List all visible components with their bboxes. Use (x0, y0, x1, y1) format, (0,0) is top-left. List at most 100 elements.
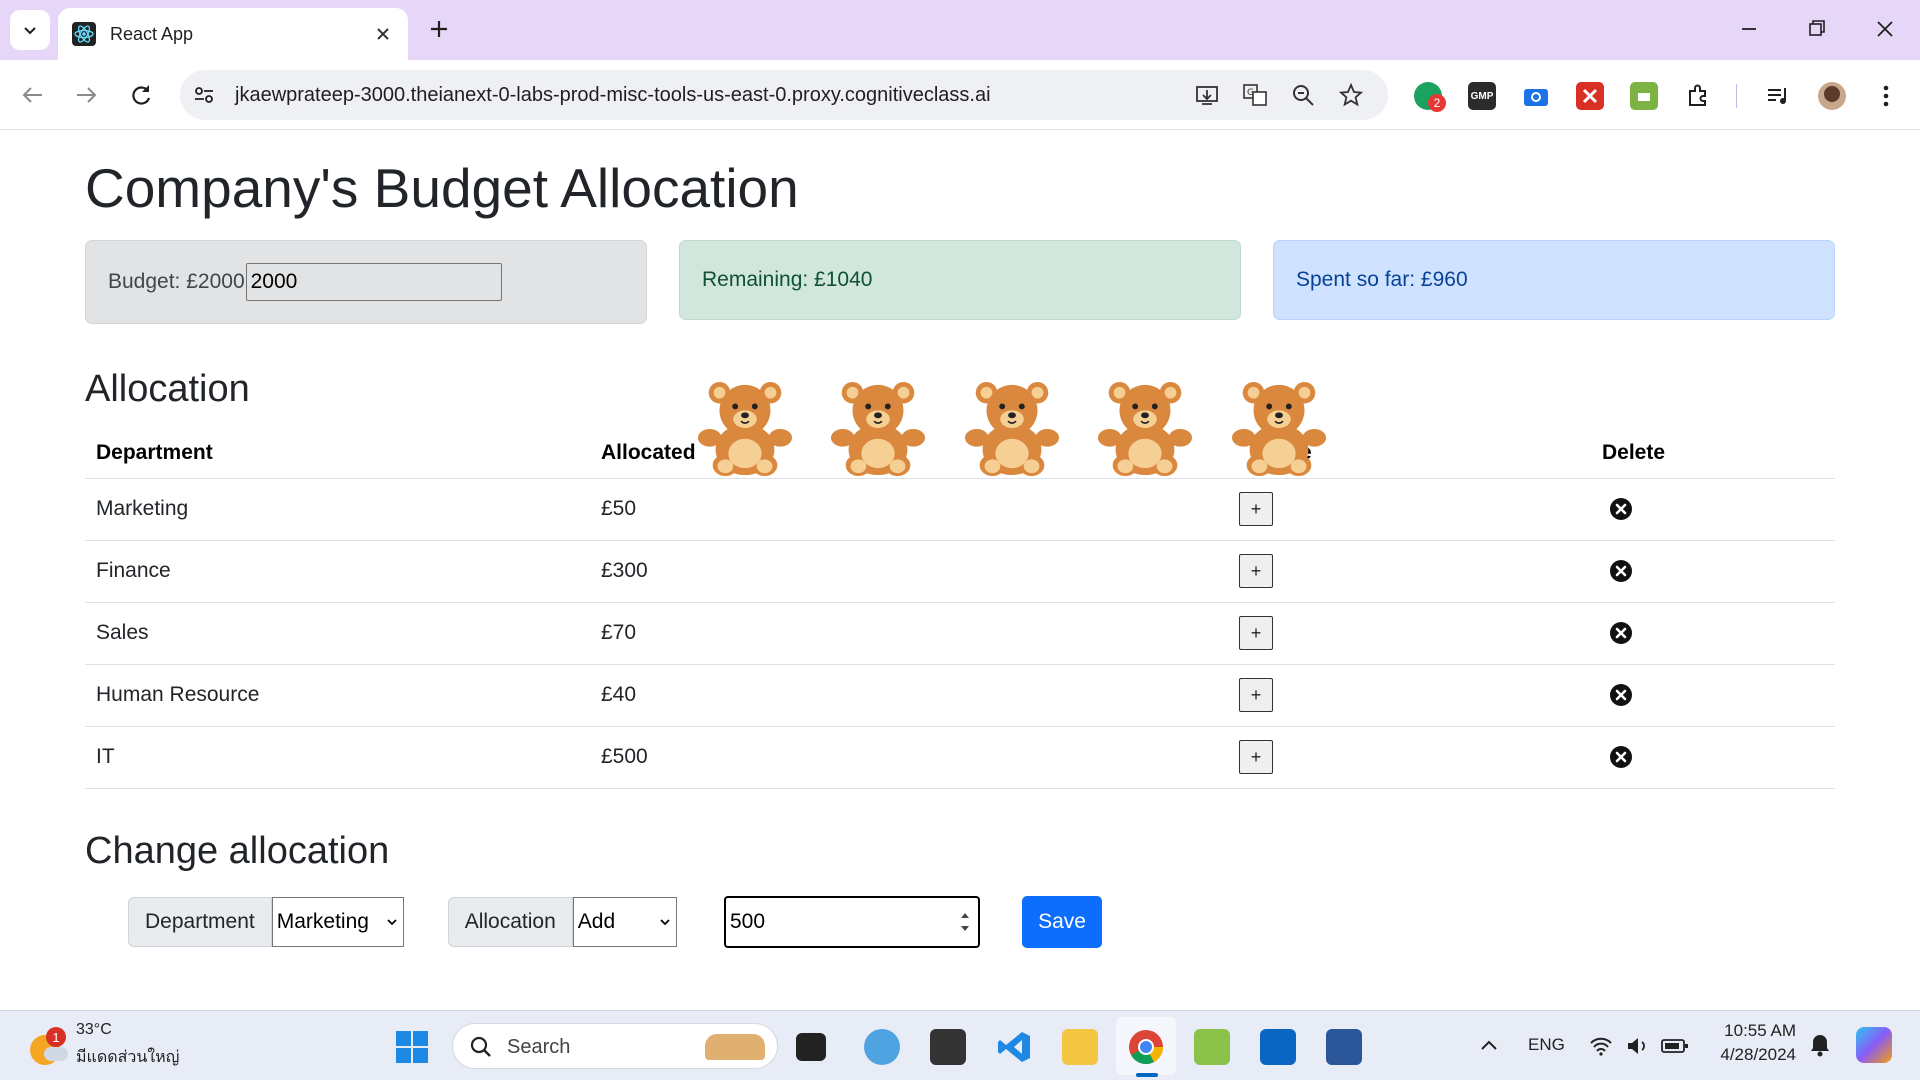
browser-tab[interactable]: React App (58, 8, 408, 60)
increase-button[interactable]: + (1239, 492, 1273, 526)
address-bar[interactable]: jkaewprateep-3000.theianext-0-labs-prod-… (180, 70, 1388, 120)
increase-button[interactable]: + (1239, 616, 1273, 650)
delete-cell (1591, 726, 1835, 789)
table-row: Human Resource £40 + (85, 664, 1835, 727)
task-view-icon[interactable] (796, 1033, 826, 1061)
row-allocated: £70 (590, 602, 1135, 665)
battery-icon[interactable] (1660, 1033, 1690, 1059)
media-control-icon[interactable] (1764, 82, 1792, 110)
remaining-card: Remaining: £1040 (679, 240, 1241, 320)
allocation-type-select[interactable]: Add (572, 897, 677, 947)
clock-time[interactable]: 10:55 AM (1718, 1021, 1796, 1041)
puzzle-red-extension-icon[interactable] (1576, 82, 1604, 110)
table-row: Finance £300 + (85, 540, 1835, 603)
outlook-icon[interactable] (1260, 1029, 1296, 1065)
number-spinner-icon[interactable] (958, 906, 972, 938)
row-department: Human Resource (85, 664, 590, 727)
back-icon[interactable] (18, 80, 48, 110)
volume-icon[interactable] (1624, 1033, 1650, 1059)
teddy-bear-icon (1097, 381, 1193, 477)
browser-toolbar: jkaewprateep-3000.theianext-0-labs-prod-… (0, 60, 1920, 130)
change-allocation-heading: Change allocation (85, 830, 390, 872)
site-info-icon[interactable] (192, 83, 216, 107)
more-menu-icon[interactable] (1872, 82, 1900, 110)
windows-start-icon[interactable] (394, 1029, 430, 1065)
chevron-down-icon (387, 919, 397, 926)
restore-icon[interactable] (1802, 14, 1832, 44)
printer-extension-icon[interactable] (1630, 82, 1658, 110)
delete-x-circle-icon[interactable] (1609, 497, 1633, 521)
bookmark-star-icon[interactable] (1338, 82, 1364, 108)
spent-label: Spent so far: £960 (1296, 268, 1468, 291)
delete-x-circle-icon[interactable] (1609, 683, 1633, 707)
tab-search-button[interactable] (10, 10, 50, 50)
extensions-puzzle-icon[interactable] (1684, 82, 1712, 110)
copilot-icon[interactable] (1856, 1027, 1892, 1063)
increase-button[interactable]: + (1239, 554, 1273, 588)
amount-input[interactable]: 500 (724, 896, 980, 948)
delete-cell (1591, 664, 1835, 727)
delete-x-circle-icon[interactable] (1609, 559, 1633, 583)
extension-green-icon[interactable]: 2 (1414, 82, 1446, 112)
allocation-heading: Allocation (85, 368, 250, 410)
install-app-icon[interactable] (1194, 82, 1220, 108)
toolbar-divider (1736, 84, 1737, 108)
camera-extension-icon[interactable] (1522, 82, 1550, 110)
row-allocated: £50 (590, 478, 1135, 541)
react-logo-icon (72, 22, 96, 46)
minimize-icon[interactable] (1734, 14, 1764, 44)
word-icon[interactable] (1326, 1029, 1362, 1065)
department-label: Department (128, 897, 272, 947)
delete-x-circle-icon[interactable] (1609, 621, 1633, 645)
delete-cell (1591, 540, 1835, 603)
forward-icon[interactable] (71, 80, 101, 110)
department-select[interactable]: Marketing (271, 897, 404, 947)
active-indicator (1136, 1073, 1158, 1077)
wifi-icon[interactable] (1588, 1033, 1614, 1059)
notification-bell-icon[interactable] (1806, 1031, 1834, 1059)
row-allocated: £40 (590, 664, 1135, 727)
search-label: Search (507, 1036, 571, 1058)
increase-button[interactable]: + (1239, 678, 1273, 712)
increase-cell: + (1135, 664, 1591, 727)
translate-icon[interactable]: G (1242, 82, 1268, 108)
file-explorer-icon[interactable] (1062, 1029, 1098, 1065)
table-row: Marketing £50 + (85, 478, 1835, 541)
spent-card: Spent so far: £960 (1273, 240, 1835, 320)
vscode-icon[interactable] (996, 1029, 1032, 1065)
weather-icon[interactable]: 1 (30, 1027, 68, 1065)
paint-icon[interactable] (864, 1029, 900, 1065)
delete-x-circle-icon[interactable] (1609, 745, 1633, 769)
chrome-icon[interactable] (1128, 1029, 1164, 1065)
search-highlight-icon (705, 1034, 765, 1060)
allocation-selected: Add (577, 910, 616, 933)
close-window-icon[interactable] (1870, 14, 1900, 44)
taskbar-search[interactable]: Search (452, 1023, 778, 1069)
delete-cell (1591, 478, 1835, 541)
profile-avatar[interactable] (1818, 82, 1846, 110)
weather-badge: 1 (46, 1027, 66, 1047)
clock-date[interactable]: 4/28/2024 (1704, 1045, 1796, 1065)
allocation-label: Allocation (447, 897, 573, 947)
zoom-icon[interactable] (1290, 82, 1316, 108)
chevron-up-icon[interactable] (1478, 1035, 1500, 1057)
svg-text:G: G (1247, 88, 1254, 98)
delete-cell (1591, 602, 1835, 665)
new-tab-icon[interactable] (424, 14, 454, 44)
gmp-extension-icon[interactable]: GMP (1468, 82, 1496, 110)
reload-icon[interactable] (126, 80, 156, 110)
header-department: Department (85, 428, 590, 479)
budget-input[interactable]: 2000 (245, 263, 502, 301)
terminal-icon[interactable] (930, 1029, 966, 1065)
save-button[interactable]: Save (1022, 896, 1102, 948)
weather-temperature: 33°C (76, 1021, 112, 1038)
chevron-down-icon (24, 27, 36, 35)
language-indicator[interactable]: ENG (1528, 1035, 1565, 1055)
increase-button[interactable]: + (1239, 740, 1273, 774)
close-tab-icon[interactable] (372, 23, 394, 45)
allocation-table: Department Allocated ease Delete Marketi… (85, 428, 1835, 789)
extension-badge: 2 (1428, 94, 1446, 112)
teddy-bear-icon (1231, 381, 1327, 477)
notepad-icon[interactable] (1194, 1029, 1230, 1065)
table-row: IT £500 + (85, 726, 1835, 789)
